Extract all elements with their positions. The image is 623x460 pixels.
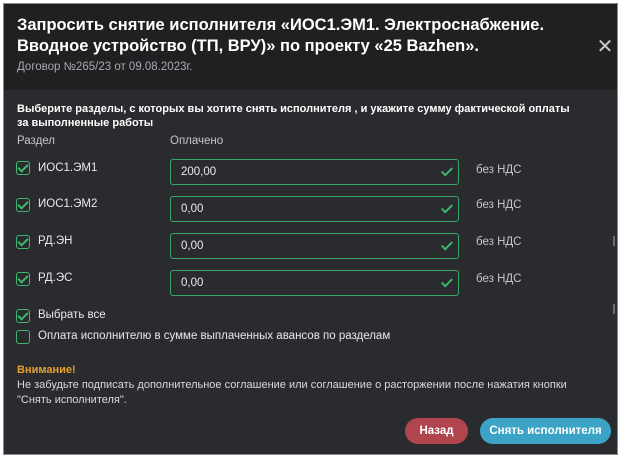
section-checkbox-ios1-em1[interactable] <box>16 161 30 175</box>
close-icon[interactable]: ✕ <box>594 36 616 58</box>
scrollbar-indicator[interactable] <box>613 236 615 246</box>
paid-amount-input[interactable] <box>181 234 421 258</box>
section-label: ИОС1.ЭМ1 <box>38 162 98 174</box>
paid-amount-field[interactable] <box>170 233 459 259</box>
paid-amount-field[interactable] <box>170 270 459 296</box>
paid-amount-field[interactable] <box>170 196 459 222</box>
dialog-title: Запросить снятие исполнителя «ИОС1.ЭМ1. … <box>17 16 545 55</box>
paid-amount-input[interactable] <box>181 160 421 184</box>
paid-amount-input[interactable] <box>181 197 421 221</box>
paid-amount-field[interactable] <box>170 159 459 185</box>
warning-text: Не забудьте подписать дополнительное сог… <box>17 379 567 406</box>
vat-label: без НДС <box>476 164 522 176</box>
vat-label: без НДС <box>476 199 522 211</box>
section-checkbox-ios1-em2[interactable] <box>16 198 30 212</box>
select-all-label: Выбрать все <box>38 309 106 321</box>
remove-executor-button[interactable]: Снять исполнителя <box>480 418 611 444</box>
contract-subtitle: Договор №265/23 от 09.08.2023г. <box>17 61 193 73</box>
instruction-text: Выберите разделы, с которых вы хотите сн… <box>17 103 570 129</box>
section-checkbox-rd-es[interactable] <box>16 272 30 286</box>
dialog-header: Запросить снятие исполнителя «ИОС1.ЭМ1. … <box>4 4 617 90</box>
check-icon <box>440 164 454 177</box>
advance-payment-label: Оплата исполнителю в сумме выплаченных а… <box>38 330 391 342</box>
section-label: ИОС1.ЭМ2 <box>38 198 98 210</box>
scrollbar-indicator[interactable] <box>613 304 615 314</box>
check-icon <box>440 201 454 214</box>
section-label: РД.ЭС <box>38 272 73 284</box>
check-icon <box>440 275 454 288</box>
warning-title: Внимание! <box>17 364 76 376</box>
check-icon <box>440 238 454 251</box>
advance-payment-checkbox[interactable] <box>16 330 30 344</box>
remove-executor-dialog: Запросить снятие исполнителя «ИОС1.ЭМ1. … <box>3 3 618 455</box>
vat-label: без НДС <box>476 236 522 248</box>
section-checkbox-rd-en[interactable] <box>16 235 30 249</box>
column-header-section: Раздел <box>17 135 56 147</box>
column-header-paid: Оплачено <box>170 135 224 147</box>
back-button[interactable]: Назад <box>405 418 468 444</box>
select-all-checkbox[interactable] <box>16 309 30 323</box>
paid-amount-input[interactable] <box>181 271 421 295</box>
section-label: РД.ЭН <box>38 235 73 247</box>
vat-label: без НДС <box>476 273 522 285</box>
